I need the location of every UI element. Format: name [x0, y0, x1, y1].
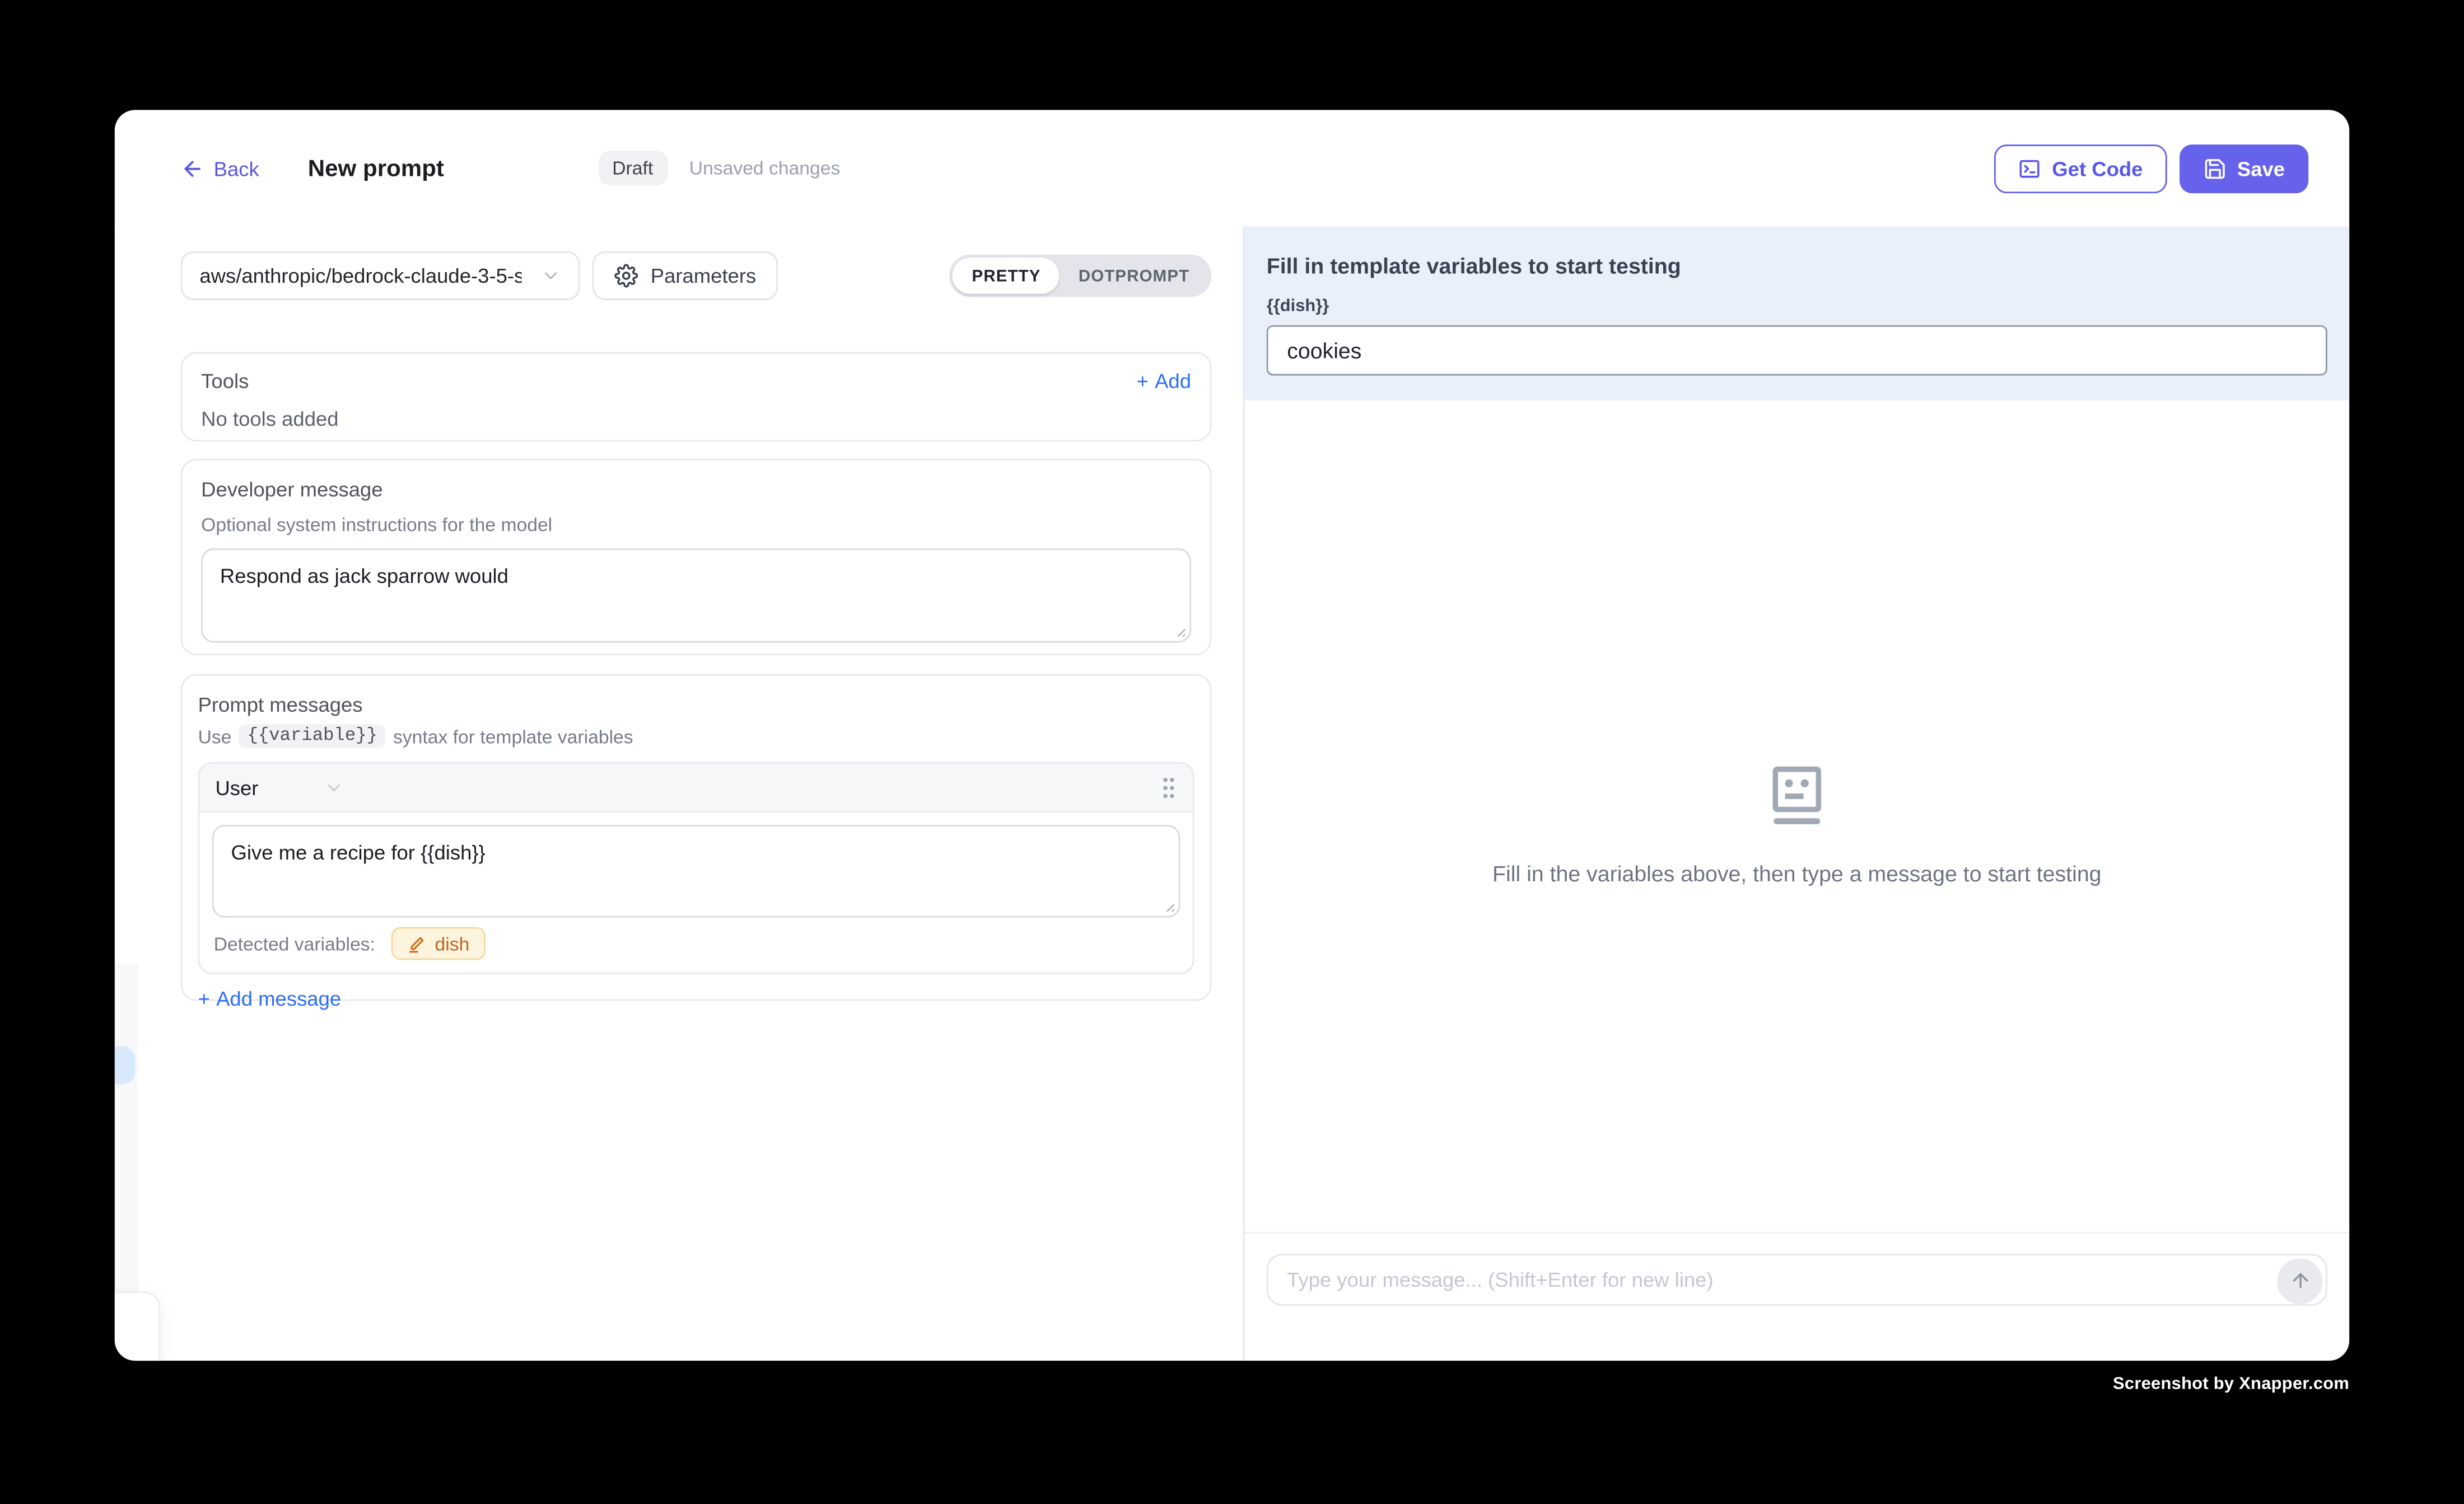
model-selector[interactable]: aws/anthropic/bedrock-claude-3-5-s... — [181, 251, 580, 300]
developer-message-subtitle: Optional system instructions for the mod… — [201, 514, 1191, 536]
message-item: User Give me a recipe for {{dish}} — [198, 762, 1194, 974]
back-arrow-icon — [181, 156, 204, 180]
back-button[interactable]: Back — [181, 156, 259, 180]
developer-message-input[interactable]: Respond as jack sparrow would — [201, 548, 1191, 642]
model-selector-value: aws/anthropic/bedrock-claude-3-5-s... — [199, 264, 521, 287]
prompt-editor-column: aws/anthropic/bedrock-claude-3-5-s... Pa… — [115, 226, 1245, 1361]
view-toggle: PRETTY DOTPROMPT — [950, 255, 1211, 297]
variable-value-input[interactable] — [1267, 325, 2327, 376]
header: Back New prompt Draft Unsaved changes Ge… — [115, 110, 2349, 226]
get-code-button[interactable]: Get Code — [1994, 144, 2166, 193]
hint-prefix: Use — [198, 725, 232, 747]
test-panel-title: Fill in template variables to start test… — [1267, 253, 2327, 278]
chat-empty-text: Fill in the variables above, then type a… — [1492, 861, 2102, 886]
save-icon — [2202, 156, 2226, 180]
variable-badge[interactable]: dish — [391, 927, 485, 960]
clipped-floating-card — [115, 1292, 160, 1361]
variable-badge-label: dish — [435, 932, 470, 954]
chat-footer — [1244, 1232, 2349, 1361]
gear-icon — [614, 264, 638, 287]
screenshot-canvas: Back New prompt Draft Unsaved changes Ge… — [0, 0, 2464, 1503]
prompt-messages-card: Prompt messages Use {{variable}} syntax … — [181, 674, 1212, 1001]
parameters-button[interactable]: Parameters — [592, 251, 778, 300]
chat-empty-state: Fill in the variables above, then type a… — [1244, 765, 2349, 886]
role-select-value[interactable]: User — [215, 776, 258, 799]
hint-suffix: syntax for template variables — [393, 725, 633, 747]
tools-empty-text: No tools added — [201, 407, 1191, 431]
clipped-sidebar-active-item — [115, 1047, 135, 1084]
message-content-input[interactable]: Give me a recipe for {{dish}} — [212, 825, 1180, 918]
watermark-text: Screenshot by Xnapper.com — [2113, 1375, 2349, 1394]
developer-message-title: Developer message — [201, 478, 1191, 501]
content: aws/anthropic/bedrock-claude-3-5-s... Pa… — [115, 226, 2349, 1361]
message-role-row: User — [199, 764, 1192, 812]
status-badge: Draft — [598, 151, 668, 185]
test-panel: Fill in template variables to start test… — [1244, 226, 2349, 1361]
drag-handle-icon[interactable] — [1160, 776, 1177, 799]
template-variables-box: Fill in template variables to start test… — [1244, 226, 2349, 400]
chat-message-input[interactable] — [1268, 1268, 2326, 1292]
toggle-pretty[interactable]: PRETTY — [953, 258, 1060, 294]
template-variable-hint: Use {{variable}} syntax for template var… — [198, 725, 1194, 748]
save-button[interactable]: Save — [2179, 144, 2308, 193]
message-body: Give me a recipe for {{dish}} Detected v… — [199, 812, 1192, 973]
arrow-up-icon — [2289, 1269, 2311, 1291]
editor-toolbar: aws/anthropic/bedrock-claude-3-5-s... Pa… — [181, 251, 1212, 300]
chat-input-box — [1267, 1254, 2327, 1306]
resize-handle-icon[interactable] — [1161, 899, 1175, 913]
hint-code: {{variable}} — [239, 725, 385, 748]
developer-message-card: Developer message Optional system instru… — [181, 459, 1212, 655]
prompt-messages-title: Prompt messages — [198, 693, 1194, 716]
chevron-down-icon — [540, 265, 561, 286]
plus-icon: + — [1137, 369, 1149, 393]
back-label: Back — [214, 156, 259, 180]
add-message-label: Add message — [216, 987, 341, 1010]
variable-key-label: {{dish}} — [1267, 297, 2327, 316]
add-message-button[interactable]: + Add message — [198, 987, 1194, 1010]
pencil-icon — [407, 934, 426, 953]
page-title: New prompt — [308, 155, 444, 181]
terminal-icon — [2018, 156, 2041, 180]
header-actions: Get Code Save — [1994, 144, 2308, 193]
app-window: Back New prompt Draft Unsaved changes Ge… — [115, 110, 2349, 1361]
add-tool-button[interactable]: + Add — [1137, 369, 1191, 393]
save-label: Save — [2237, 156, 2285, 180]
get-code-label: Get Code — [2052, 156, 2143, 180]
clipped-sidebar-strip — [115, 963, 138, 1291]
plus-icon: + — [198, 987, 210, 1010]
tools-title: Tools — [201, 369, 249, 393]
toggle-dotprompt[interactable]: DOTPROMPT — [1060, 258, 1208, 294]
send-button[interactable] — [2277, 1258, 2322, 1303]
tools-card: Tools + Add No tools added — [181, 352, 1212, 442]
robot-face-icon — [1768, 765, 1826, 834]
detected-variables-row: Detected variables: dish — [212, 927, 1180, 960]
parameters-label: Parameters — [651, 264, 757, 287]
unsaved-changes-text: Unsaved changes — [689, 157, 841, 179]
resize-handle-icon[interactable] — [1172, 624, 1186, 638]
chevron-down-icon[interactable] — [324, 777, 344, 797]
detected-variables-label: Detected variables: — [214, 932, 375, 954]
add-tool-label: Add — [1155, 369, 1191, 393]
